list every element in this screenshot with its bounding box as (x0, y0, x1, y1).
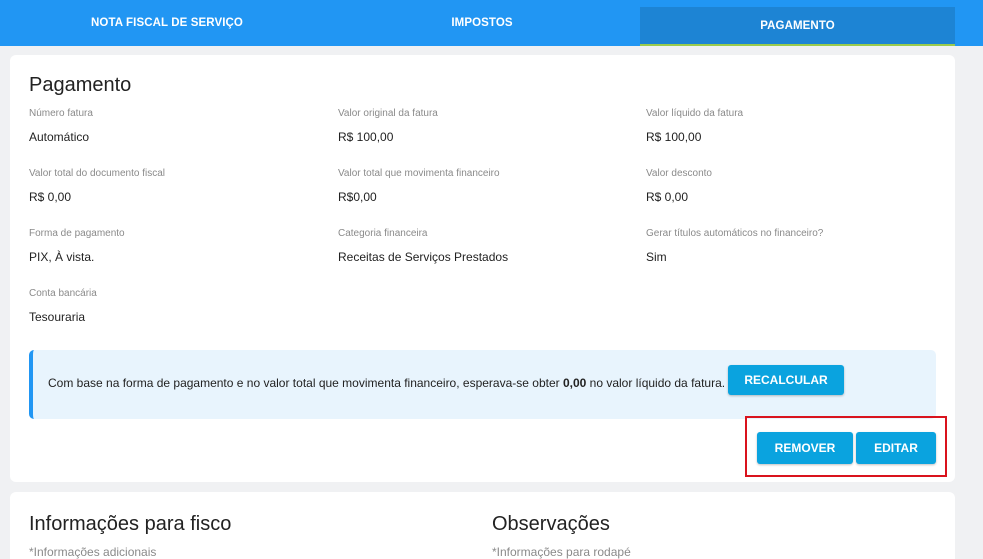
tab-impostos[interactable]: IMPOSTOS (324, 0, 640, 46)
valor-total-mov-value: R$0,00 (338, 190, 377, 204)
valor-total-doc-label: Valor total do documento fiscal (29, 168, 166, 179)
valor-desconto-value: R$ 0,00 (646, 190, 689, 204)
page-scrollbar[interactable] (968, 46, 983, 559)
conta-bancaria-value: Tesouraria (29, 310, 86, 324)
observacoes-subtitle: *Informações para rodapé (492, 545, 631, 559)
valor-desconto-label: Valor desconto (646, 168, 712, 179)
recalcular-button[interactable]: RECALCULAR (728, 365, 844, 395)
section-title-fisco: Informações para fisco (29, 513, 232, 535)
valor-liquido-label: Valor líquido da fatura (646, 108, 744, 119)
highlight-box (745, 416, 947, 477)
info-text-before: Com base na forma de pagamento e no valo… (48, 376, 563, 390)
forma-pagamento-label: Forma de pagamento (29, 228, 125, 239)
valor-original-value: R$ 100,00 (338, 130, 394, 144)
fisco-subtitle: *Informações adicionais (29, 545, 157, 559)
info-message: Com base na forma de pagamento e no valo… (48, 376, 725, 390)
valor-total-mov-label: Valor total que movimenta financeiro (338, 168, 500, 179)
tab-pagamento[interactable]: PAGAMENTO (640, 7, 955, 46)
section-title-observacoes: Observações (492, 513, 610, 535)
info-text-after: no valor líquido da fatura. (586, 376, 726, 390)
recalculate-info-box: Com base na forma de pagamento e no valo… (29, 350, 936, 419)
valor-original-label: Valor original da fatura (338, 108, 438, 119)
info-amount: 0,00 (562, 376, 587, 390)
numero-fatura-label: Número fatura (29, 108, 93, 119)
valor-liquido-value: R$ 100,00 (646, 130, 702, 144)
categoria-value: Receitas de Serviços Prestados (338, 250, 509, 264)
gerar-titulos-value: Sim (646, 250, 667, 264)
forma-pagamento-value: PIX, À vista. (29, 250, 95, 264)
top-tab-bar: NOTA FISCAL DE SERVIÇO IMPOSTOS PAGAMENT… (0, 0, 983, 46)
fisco-observacoes-card: Informações para fisco *Informações adic… (10, 492, 955, 559)
numero-fatura-value: Automático (29, 130, 90, 144)
conta-bancaria-label: Conta bancária (29, 288, 97, 299)
section-title-pagamento: Pagamento (29, 74, 132, 96)
tab-nota-fiscal[interactable]: NOTA FISCAL DE SERVIÇO (10, 0, 324, 46)
gerar-titulos-label: Gerar títulos automáticos no financeiro? (646, 228, 824, 239)
valor-total-doc-value: R$ 0,00 (29, 190, 72, 204)
categoria-label: Categoria financeira (338, 228, 428, 239)
